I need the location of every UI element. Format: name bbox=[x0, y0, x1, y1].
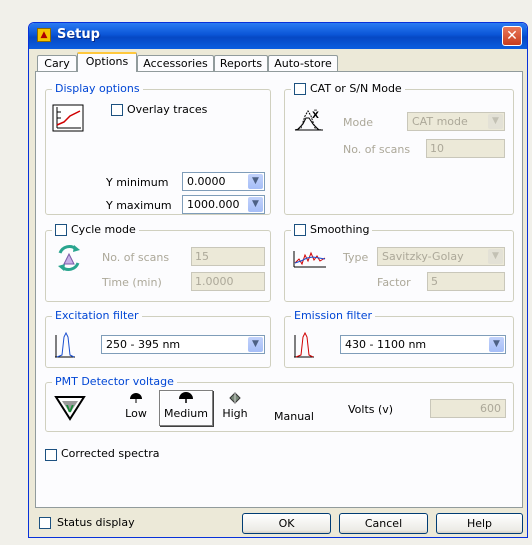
window-title: Setup bbox=[57, 27, 100, 42]
volts-field[interactable]: 600 bbox=[430, 399, 506, 418]
chevron-down-icon[interactable]: ▼ bbox=[248, 174, 263, 189]
peak-xbar-icon: X̄ bbox=[294, 109, 323, 131]
pmt-low-label: Low bbox=[125, 407, 147, 420]
cycle-scans-label: No. of scans bbox=[102, 251, 170, 264]
excitation-peak-icon bbox=[55, 331, 75, 358]
medium-voltage-icon bbox=[179, 392, 193, 403]
title-bar: ▲ Setup ✕ bbox=[29, 23, 527, 49]
cat-mode-label: Mode bbox=[343, 116, 373, 129]
pmt-voltage-title: PMT Detector voltage bbox=[52, 375, 177, 388]
smoothing-title: Smoothing bbox=[310, 223, 370, 236]
cat-mode-select[interactable]: CAT mode ▼ bbox=[407, 112, 505, 131]
pmt-high-label: High bbox=[222, 407, 248, 420]
chevron-down-icon[interactable]: ▼ bbox=[488, 114, 503, 129]
pmt-voltage-group: PMT Detector voltage V Low Medium High M… bbox=[45, 375, 514, 432]
excitation-filter-select[interactable]: 250 - 395 nm ▼ bbox=[101, 335, 265, 354]
y-maximum-value: 1000.000 bbox=[187, 198, 240, 211]
setup-dialog: ▲ Setup ✕ Cary Options Accessories Repor… bbox=[28, 22, 528, 538]
emission-filter-value: 430 - 1100 nm bbox=[345, 338, 427, 351]
smoothing-wave-icon bbox=[293, 251, 326, 268]
smoothing-factor-label: Factor bbox=[377, 276, 411, 289]
low-voltage-icon bbox=[130, 393, 142, 403]
corrected-spectra-checkbox[interactable] bbox=[45, 449, 57, 461]
graph-display-icon bbox=[52, 104, 84, 132]
chevron-down-icon[interactable]: ▼ bbox=[248, 197, 263, 212]
emission-filter-group: Emission filter 430 - 1100 nm ▼ bbox=[284, 309, 514, 368]
smoothing-type-select[interactable]: Savitzky-Golay ▼ bbox=[377, 247, 505, 266]
smoothing-group: Smoothing Type Savitzky-Golay ▼ Factor 5 bbox=[284, 223, 514, 302]
cat-scans-label: No. of scans bbox=[343, 143, 411, 156]
excitation-filter-title: Excitation filter bbox=[52, 309, 142, 322]
smoothing-checkbox[interactable] bbox=[294, 223, 306, 236]
pmt-medium-button[interactable]: Medium bbox=[159, 390, 213, 426]
chevron-down-icon[interactable]: ▼ bbox=[248, 337, 263, 352]
cycle-scans-field[interactable]: 15 bbox=[191, 247, 265, 266]
close-button[interactable]: ✕ bbox=[502, 26, 522, 46]
options-panel: Display options Overlay traces Y minimum… bbox=[35, 71, 523, 508]
display-options-group: Display options Overlay traces Y minimum… bbox=[45, 82, 271, 215]
tab-reports[interactable]: Reports bbox=[214, 55, 268, 71]
cycle-mode-header: Cycle mode bbox=[52, 223, 139, 236]
overlay-traces-checkbox[interactable] bbox=[111, 104, 123, 116]
ok-button[interactable]: OK bbox=[242, 513, 331, 534]
status-display-checkbox[interactable] bbox=[39, 517, 51, 529]
tab-auto-store[interactable]: Auto-store bbox=[268, 55, 338, 71]
status-display-label: Status display bbox=[57, 516, 135, 529]
app-icon: ▲ bbox=[37, 28, 51, 42]
volts-label: Volts (v) bbox=[348, 403, 394, 416]
cat-mode-header: CAT or S/N Mode bbox=[291, 82, 405, 95]
pmt-high-button[interactable]: High bbox=[218, 391, 252, 425]
tab-accessories[interactable]: Accessories bbox=[137, 55, 214, 71]
cycle-mode-group: Cycle mode No. of scans 15 Time (min) 1.… bbox=[45, 223, 271, 302]
cycle-time-field[interactable]: 1.0000 bbox=[191, 272, 265, 291]
corrected-spectra-label: Corrected spectra bbox=[61, 447, 160, 460]
cat-mode-value: CAT mode bbox=[412, 115, 468, 128]
pmt-low-button[interactable]: Low bbox=[120, 391, 152, 425]
pmt-medium-label: Medium bbox=[164, 407, 208, 420]
chevron-down-icon[interactable]: ▼ bbox=[489, 337, 504, 352]
cycle-mode-checkbox[interactable] bbox=[55, 223, 67, 236]
y-minimum-label: Y minimum bbox=[106, 176, 169, 189]
cat-mode-title: CAT or S/N Mode bbox=[310, 82, 402, 95]
excitation-filter-value: 250 - 395 nm bbox=[106, 338, 181, 351]
cat-mode-checkbox[interactable] bbox=[294, 82, 306, 95]
tab-options[interactable]: Options bbox=[77, 52, 137, 72]
cycle-time-label: Time (min) bbox=[102, 276, 162, 289]
y-maximum-field[interactable]: 1000.000 ▼ bbox=[182, 195, 265, 214]
display-options-title: Display options bbox=[52, 82, 143, 95]
high-voltage-icon bbox=[229, 392, 241, 404]
svg-text:X̄: X̄ bbox=[312, 109, 319, 121]
tab-cary[interactable]: Cary bbox=[37, 55, 77, 71]
y-minimum-value: 0.0000 bbox=[187, 175, 226, 188]
cat-scans-field[interactable]: 10 bbox=[426, 139, 505, 158]
overlay-traces-label: Overlay traces bbox=[127, 103, 208, 116]
excitation-filter-group: Excitation filter 250 - 395 nm ▼ bbox=[45, 309, 271, 368]
cycle-arrows-icon bbox=[58, 244, 80, 272]
detector-icon: V bbox=[54, 396, 86, 421]
chevron-down-icon[interactable]: ▼ bbox=[488, 249, 503, 264]
y-maximum-label: Y maximum bbox=[106, 199, 172, 212]
smoothing-type-value: Savitzky-Golay bbox=[382, 250, 464, 263]
help-button[interactable]: Help bbox=[436, 513, 523, 534]
emission-filter-select[interactable]: 430 - 1100 nm ▼ bbox=[340, 335, 506, 354]
smoothing-factor-field[interactable]: 5 bbox=[427, 272, 505, 291]
cancel-button[interactable]: Cancel bbox=[339, 513, 428, 534]
smoothing-type-label: Type bbox=[343, 251, 369, 264]
y-minimum-field[interactable]: 0.0000 ▼ bbox=[182, 172, 265, 191]
pmt-manual-button[interactable]: Manual bbox=[274, 410, 314, 423]
svg-text:V: V bbox=[66, 404, 74, 415]
emission-filter-title: Emission filter bbox=[291, 309, 376, 322]
cycle-mode-title: Cycle mode bbox=[71, 223, 136, 236]
cat-mode-group: CAT or S/N Mode X̄ Mode CAT mode ▼ No. o… bbox=[284, 82, 514, 215]
emission-peak-icon bbox=[294, 331, 314, 358]
smoothing-header: Smoothing bbox=[291, 223, 373, 236]
